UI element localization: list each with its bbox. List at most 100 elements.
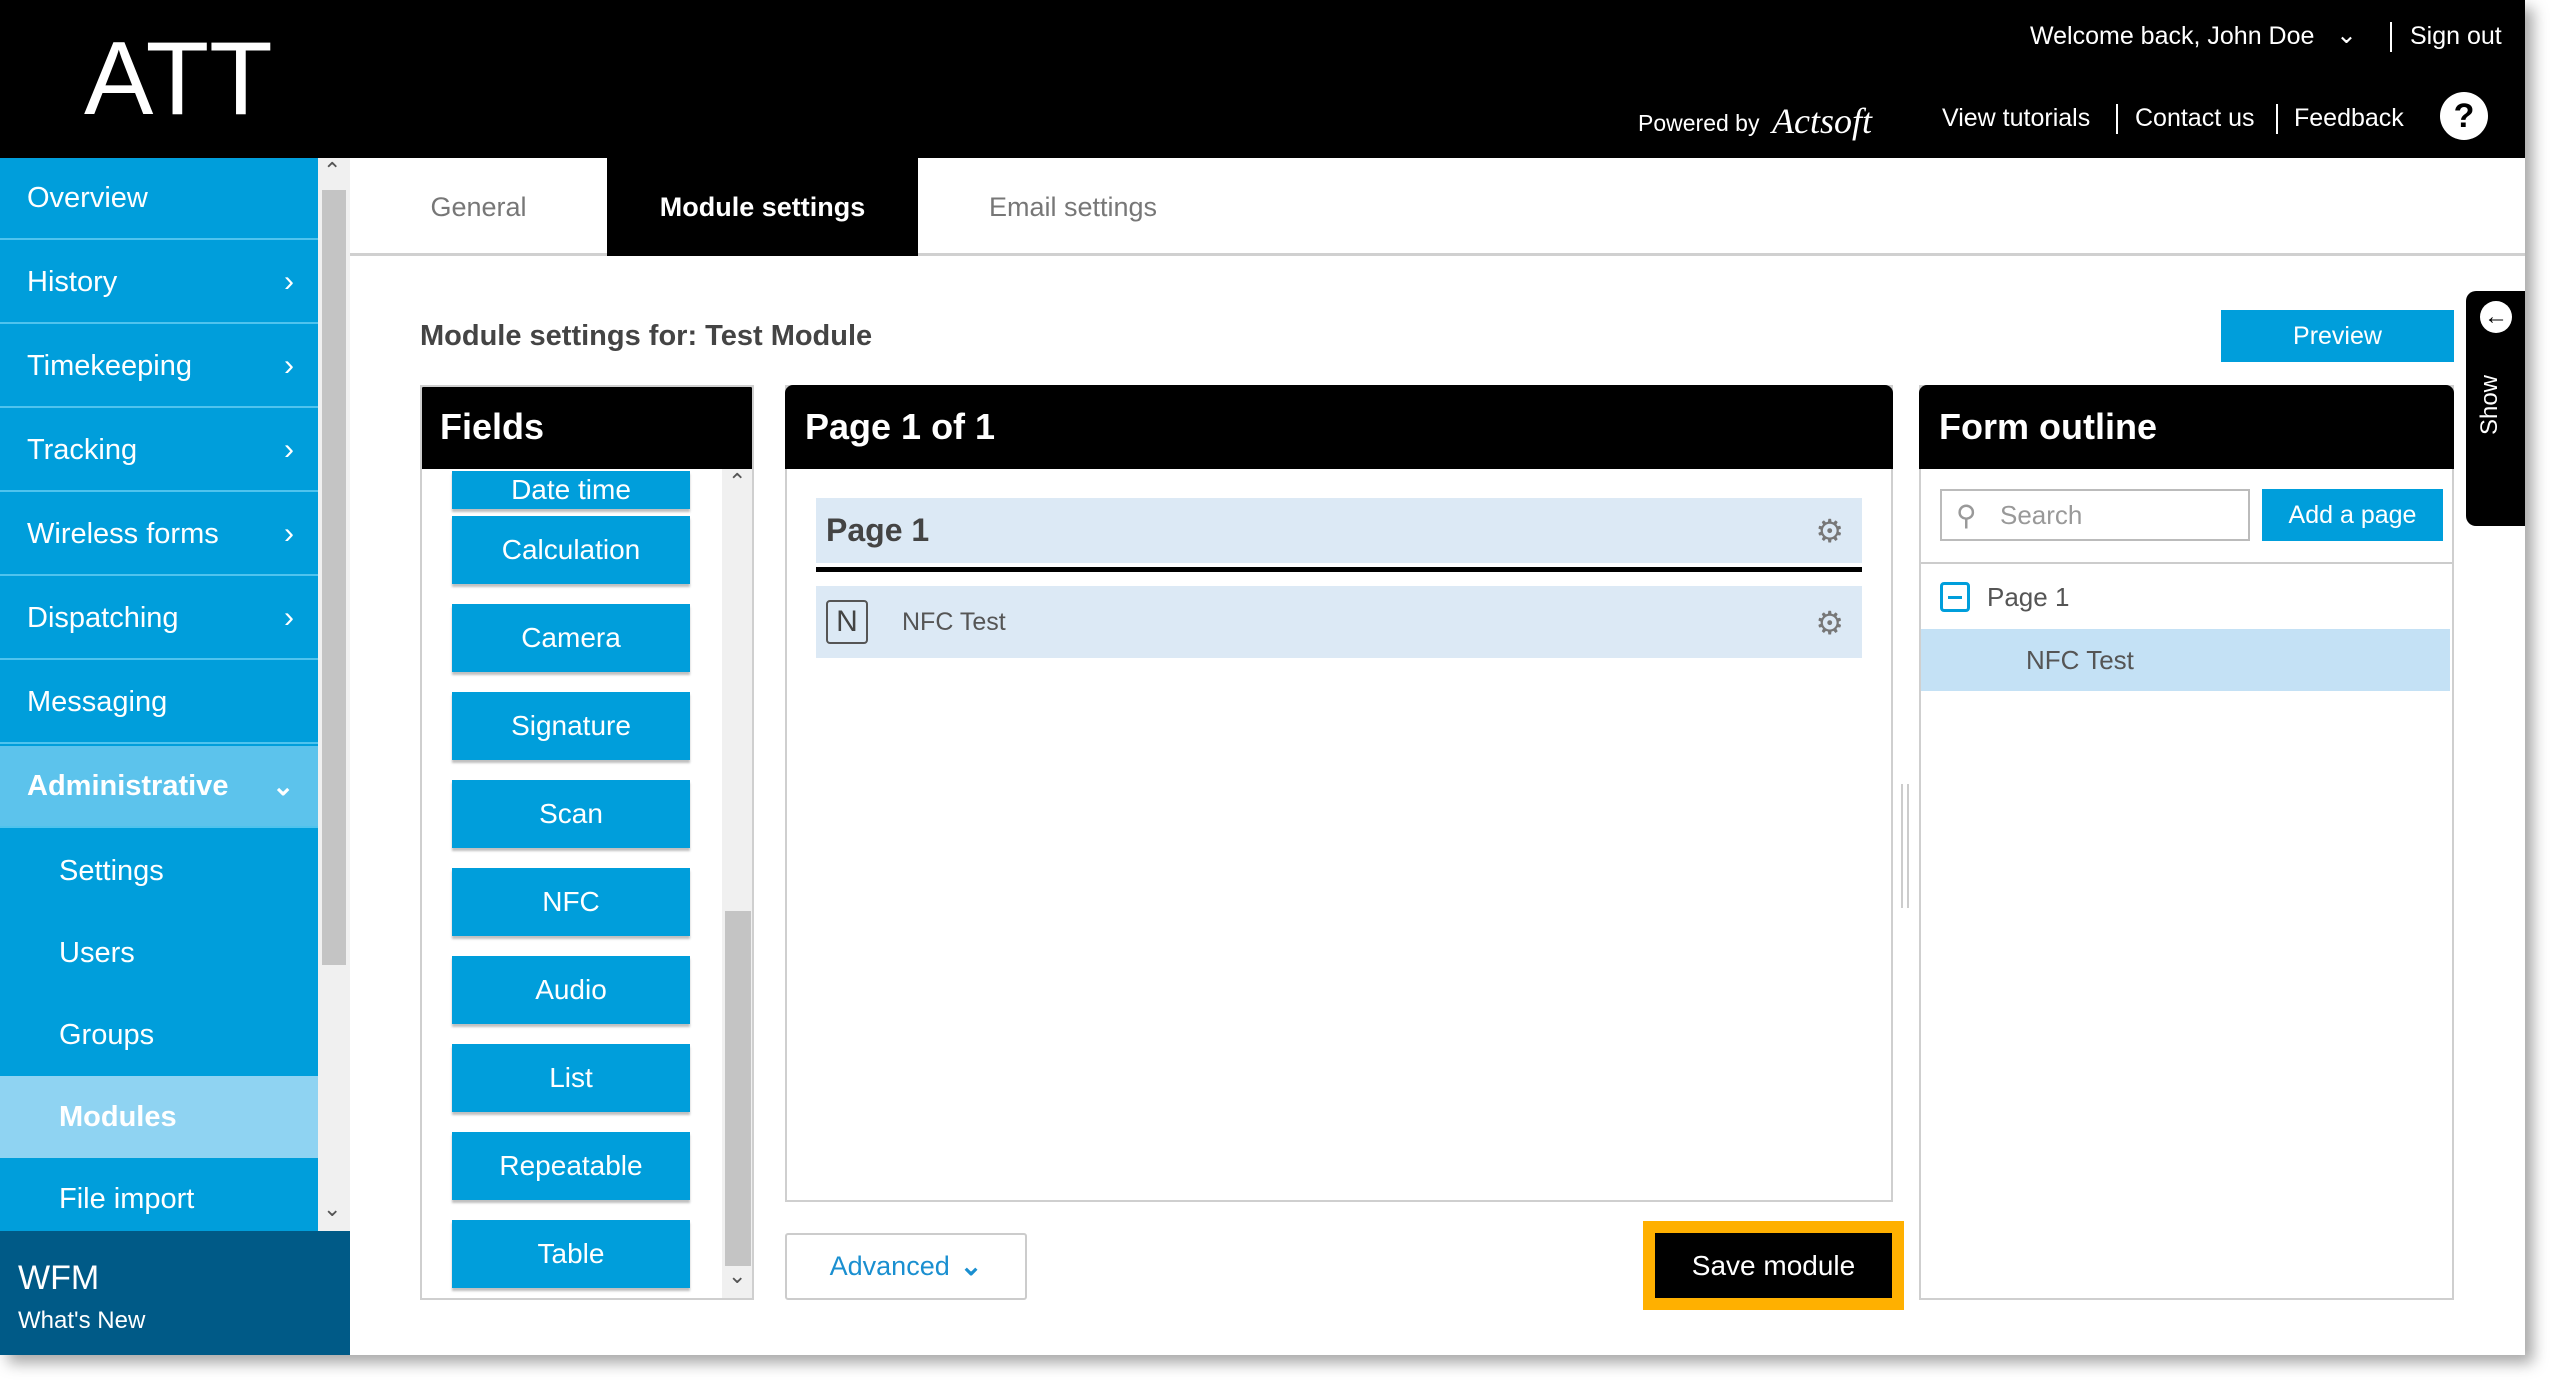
add-page-button[interactable]: Add a page bbox=[2262, 489, 2443, 541]
field-button-date-time[interactable]: Date time bbox=[452, 471, 690, 509]
field-name: NFC Test bbox=[902, 607, 1006, 636]
actsoft-logo: Actsoft bbox=[1772, 101, 1872, 141]
sidebar-item-dispatching[interactable]: Dispatching › bbox=[0, 578, 318, 660]
contact-us-link[interactable]: Contact us bbox=[2135, 104, 2255, 133]
whats-new-link[interactable]: What's New bbox=[18, 1307, 145, 1335]
field-button-camera[interactable]: Camera bbox=[452, 604, 690, 672]
fields-panel: Fields Date time Calculation Camera Sign… bbox=[420, 385, 754, 1300]
help-icon[interactable]: ? bbox=[2440, 92, 2488, 140]
divider bbox=[1921, 562, 2452, 564]
form-field-row[interactable]: N NFC Test ⚙ bbox=[816, 586, 1862, 658]
chevron-down-icon: ⌄ bbox=[959, 1251, 983, 1281]
divider bbox=[816, 567, 1862, 572]
user-menu[interactable]: Welcome back, John Doe bbox=[2030, 22, 2314, 51]
chevron-right-icon: › bbox=[284, 601, 294, 634]
outline-page-item[interactable]: Page 1 bbox=[1987, 582, 2069, 613]
sidebar-item-label: Tracking bbox=[27, 433, 138, 466]
field-button-audio[interactable]: Audio bbox=[452, 956, 690, 1024]
divider bbox=[2276, 104, 2278, 134]
chevron-down-icon[interactable]: ⌄ bbox=[2336, 20, 2357, 50]
scroll-down-icon[interactable]: ⌄ bbox=[323, 1196, 341, 1222]
tab-module-settings[interactable]: Module settings bbox=[607, 158, 918, 256]
outline-field-item[interactable]: NFC Test bbox=[1921, 629, 2450, 691]
sidebar-subitem-groups[interactable]: Groups bbox=[0, 994, 318, 1076]
show-label: Show bbox=[2476, 374, 2504, 436]
sidebar-item-label: Administrative bbox=[27, 769, 229, 802]
sidebar-item-label: Groups bbox=[59, 1018, 155, 1051]
top-header: ATT Welcome back, John Doe ⌄ Sign out Po… bbox=[0, 0, 2525, 158]
sign-out-link[interactable]: Sign out bbox=[2410, 22, 2502, 51]
tab-general[interactable]: General bbox=[350, 158, 607, 256]
sidebar-item-overview[interactable]: Overview bbox=[0, 158, 318, 240]
collapse-icon[interactable] bbox=[1940, 582, 1970, 612]
sidebar-item-label: History bbox=[27, 265, 118, 298]
sidebar: Overview History › Timekeeping › Tracking ›… bbox=[0, 158, 318, 1231]
field-label: Date time bbox=[511, 474, 631, 505]
fields-header: Fields bbox=[422, 387, 752, 469]
chevron-right-icon: › bbox=[284, 433, 294, 466]
resize-handle[interactable] bbox=[1901, 784, 1909, 908]
footer-title: WFM bbox=[18, 1259, 100, 1297]
search-icon: ⚲ bbox=[1956, 500, 1977, 531]
sidebar-item-wireless-forms[interactable]: Wireless forms › bbox=[0, 494, 318, 576]
page-name: Page 1 bbox=[826, 512, 930, 548]
sidebar-item-administrative[interactable]: Administrative ⌄ bbox=[0, 746, 318, 828]
divider bbox=[2390, 22, 2392, 52]
field-button-list[interactable]: List bbox=[452, 1044, 690, 1112]
powered-by: Powered by bbox=[1638, 110, 1760, 136]
search-placeholder: Search bbox=[2000, 499, 2083, 530]
page-header: Page 1 of 1 bbox=[785, 385, 1893, 469]
page-panel: Page 1 of 1 Page 1 ⚙ N NFC Test ⚙ bbox=[785, 385, 1893, 1202]
sidebar-item-label: Wireless forms bbox=[27, 517, 219, 550]
sidebar-item-tracking[interactable]: Tracking › bbox=[0, 410, 318, 492]
chevron-down-icon: ⌄ bbox=[272, 770, 294, 801]
scroll-down-icon[interactable]: ⌄ bbox=[728, 1263, 746, 1289]
chevron-right-icon: › bbox=[284, 349, 294, 382]
field-button-calculation[interactable]: Calculation bbox=[452, 516, 690, 584]
chevron-right-icon: › bbox=[284, 265, 294, 298]
advanced-label: Advanced bbox=[829, 1251, 950, 1281]
sidebar-item-messaging[interactable]: Messaging bbox=[0, 662, 318, 744]
sidebar-footer[interactable]: WFM What's New bbox=[0, 1231, 350, 1355]
page-title: Module settings for: Test Module bbox=[420, 320, 873, 352]
field-button-repeatable[interactable]: Repeatable bbox=[452, 1132, 690, 1200]
form-outline-panel: Form outline ⚲ Search Add a page Page 1 … bbox=[1919, 385, 2454, 1300]
field-button-signature[interactable]: Signature bbox=[452, 692, 690, 760]
sidebar-item-label: Users bbox=[59, 936, 135, 969]
chevron-right-icon: › bbox=[284, 517, 294, 550]
sidebar-item-label: Settings bbox=[59, 854, 164, 887]
tab-email-settings[interactable]: Email settings bbox=[918, 158, 1228, 256]
sidebar-subitem-modules[interactable]: Modules bbox=[0, 1076, 318, 1158]
preview-button[interactable]: Preview bbox=[2221, 310, 2454, 362]
field-button-table[interactable]: Table bbox=[452, 1220, 690, 1288]
sidebar-item-label: Dispatching bbox=[27, 601, 179, 634]
logo: ATT bbox=[84, 21, 273, 137]
sidebar-subitem-settings[interactable]: Settings bbox=[0, 830, 318, 912]
sidebar-subitem-file-import[interactable]: File import bbox=[0, 1158, 318, 1240]
save-module-button[interactable]: Save module bbox=[1655, 1233, 1892, 1298]
outline-search-input[interactable]: ⚲ Search bbox=[1940, 489, 2250, 541]
gear-icon[interactable]: ⚙ bbox=[1815, 512, 1844, 550]
page-section[interactable]: Page 1 ⚙ bbox=[816, 498, 1862, 563]
scroll-up-icon[interactable]: ⌃ bbox=[323, 158, 341, 184]
sidebar-item-label: Overview bbox=[27, 181, 148, 214]
feedback-link[interactable]: Feedback bbox=[2294, 104, 2404, 133]
field-button-nfc[interactable]: NFC bbox=[452, 868, 690, 936]
divider bbox=[2116, 104, 2118, 134]
nfc-icon: N bbox=[826, 600, 868, 644]
field-button-scan[interactable]: Scan bbox=[452, 780, 690, 848]
sidebar-item-label: Messaging bbox=[27, 685, 168, 718]
fields-scroll-thumb[interactable] bbox=[725, 911, 751, 1266]
sidebar-item-history[interactable]: History › bbox=[0, 242, 318, 324]
gear-icon[interactable]: ⚙ bbox=[1815, 604, 1844, 642]
sidebar-item-label: Timekeeping bbox=[27, 349, 192, 382]
show-panel-toggle[interactable]: ← Show bbox=[2466, 291, 2525, 526]
advanced-button[interactable]: Advanced ⌄ bbox=[785, 1233, 1027, 1300]
sidebar-item-timekeeping[interactable]: Timekeeping › bbox=[0, 326, 318, 408]
sidebar-subitem-users[interactable]: Users bbox=[0, 912, 318, 994]
view-tutorials-link[interactable]: View tutorials bbox=[1942, 104, 2090, 133]
sidebar-scroll-thumb[interactable] bbox=[322, 190, 346, 965]
scroll-up-icon[interactable]: ⌃ bbox=[728, 469, 746, 495]
sidebar-item-label: Modules bbox=[59, 1100, 177, 1133]
form-outline-header: Form outline bbox=[1919, 385, 2454, 469]
